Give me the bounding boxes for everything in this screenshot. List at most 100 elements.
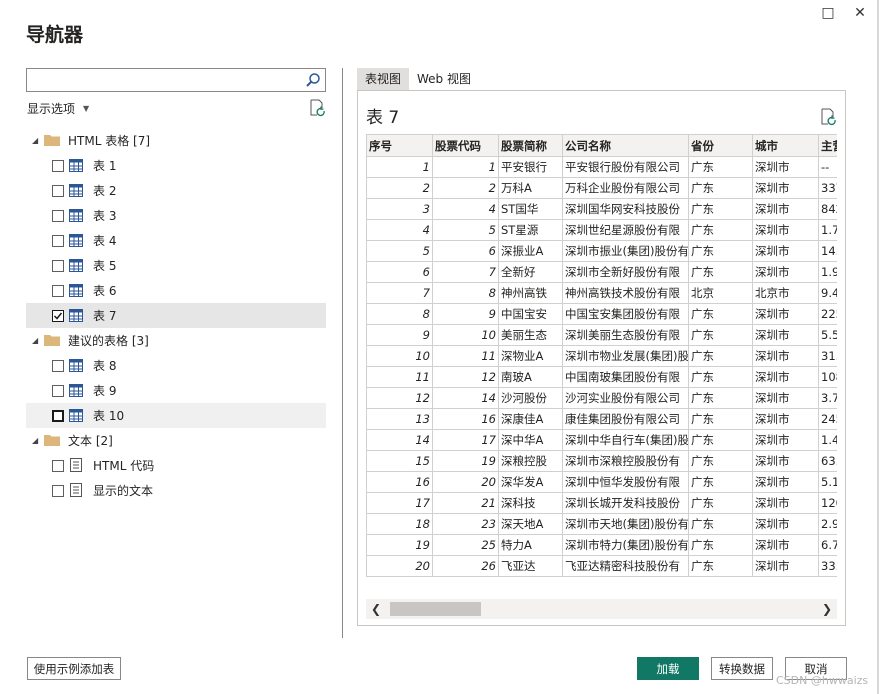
table-cell: 南玻A <box>498 366 563 388</box>
table-cell: 17 <box>366 492 433 514</box>
table-cell: 中国南玻集团股份有限 <box>562 366 689 388</box>
tab-table-view[interactable]: 表视图 <box>357 68 410 90</box>
tree-item[interactable]: 表 6 <box>26 278 326 303</box>
tree-item[interactable]: HTML 代码 <box>26 453 326 478</box>
table-cell: 9 <box>366 324 433 346</box>
table-row: 56深振业A深圳市振业(集团)股份有广东深圳市14.8 <box>366 240 837 262</box>
column-header[interactable]: 序号 <box>366 134 433 157</box>
table-cell: 广东 <box>688 513 753 535</box>
close-button[interactable]: ✕ <box>847 2 873 24</box>
table-cell: 神州高铁技术股份有限 <box>562 282 689 304</box>
table-cell: 9 <box>432 303 499 325</box>
column-header[interactable]: 主营 <box>818 134 837 157</box>
transform-data-button[interactable]: 转换数据 <box>711 657 773 680</box>
tree-item[interactable]: 表 9 <box>26 378 326 403</box>
item-label: 表 3 <box>93 209 117 223</box>
table-cell: 1 <box>366 156 433 178</box>
table-cell: 美丽生态 <box>498 324 563 346</box>
table-cell: 深圳中华自行车(集团)股 <box>562 429 689 451</box>
scroll-right-icon[interactable]: ❯ <box>817 599 837 619</box>
scrollbar-thumb[interactable] <box>390 602 481 616</box>
table-cell: 1.74 <box>818 219 837 241</box>
checkbox-checked[interactable] <box>52 310 64 322</box>
tree-item[interactable]: 表 8 <box>26 353 326 378</box>
column-header[interactable]: 公司名称 <box>562 134 689 157</box>
tree-item[interactable]: 表 2 <box>26 178 326 203</box>
search-icon[interactable] <box>305 72 321 88</box>
item-label: 表 2 <box>93 184 117 198</box>
refresh-icon[interactable] <box>308 99 326 117</box>
display-options-label: 显示选项 <box>27 102 76 116</box>
table-cell: 北京 <box>688 282 753 304</box>
table-cell: 6.72 <box>818 534 837 556</box>
table-icon <box>69 184 83 197</box>
tree-item[interactable]: 表 4 <box>26 228 326 253</box>
preview-grid[interactable]: 序号股票代码股票简称公司名称省份城市主营 11平安银行平安银行股份有限公司广东深… <box>366 134 837 577</box>
table-cell: 深康佳A <box>498 408 563 430</box>
tab-web-view[interactable]: Web 视图 <box>409 68 479 90</box>
checkbox[interactable] <box>52 360 64 372</box>
checkbox[interactable] <box>52 185 64 197</box>
checkbox[interactable] <box>52 385 64 397</box>
table-cell: 19 <box>432 450 499 472</box>
tree-item[interactable]: 表 10 <box>26 403 326 428</box>
tree-group[interactable]: ◢ 文本 [2] <box>26 428 326 453</box>
tree-item[interactable]: 表 5 <box>26 253 326 278</box>
table-cell: 广东 <box>688 156 753 178</box>
pane-divider[interactable] <box>342 68 343 638</box>
table-cell: 深圳市 <box>752 534 819 556</box>
checkbox[interactable] <box>52 410 64 422</box>
table-icon <box>69 284 83 297</box>
checkbox[interactable] <box>52 485 64 497</box>
tree-item[interactable]: 显示的文本 <box>26 478 326 503</box>
table-cell: ST国华 <box>498 198 563 220</box>
add-from-examples-button[interactable]: 使用示例添加表 <box>27 657 121 680</box>
table-cell: 深圳市 <box>752 261 819 283</box>
checkbox[interactable] <box>52 235 64 247</box>
collapse-triangle-icon[interactable]: ◢ <box>32 336 42 345</box>
column-header[interactable]: 股票简称 <box>498 134 563 157</box>
table-cell: 广东 <box>688 261 753 283</box>
table-row: 910美丽生态深圳美丽生态股份有限广东深圳市5.59 <box>366 324 837 346</box>
maximize-button[interactable]: □ <box>815 2 841 24</box>
table-row: 78神州高铁神州高铁技术股份有限北京北京市9.47 <box>366 282 837 304</box>
table-cell: 广东 <box>688 555 753 577</box>
search-input[interactable] <box>26 68 326 92</box>
table-cell: 5.18 <box>818 471 837 493</box>
table-cell: 337 <box>818 177 837 199</box>
table-cell: 14 <box>432 387 499 409</box>
collapse-triangle-icon[interactable]: ◢ <box>32 136 42 145</box>
refresh-preview-icon[interactable] <box>819 108 837 126</box>
tree-group[interactable]: ◢ HTML 表格 [7] <box>26 128 326 153</box>
tree-item[interactable]: 表 1 <box>26 153 326 178</box>
collapse-triangle-icon[interactable]: ◢ <box>32 436 42 445</box>
column-header[interactable]: 股票代码 <box>432 134 499 157</box>
checkbox[interactable] <box>52 460 64 472</box>
checkbox[interactable] <box>52 160 64 172</box>
table-cell: 特力A <box>498 534 563 556</box>
item-label: 表 1 <box>93 159 117 173</box>
checkbox[interactable] <box>52 260 64 272</box>
table-cell: 广东 <box>688 198 753 220</box>
item-label: 表 9 <box>93 384 117 398</box>
column-header[interactable]: 城市 <box>752 134 819 157</box>
table-cell: 飞亚达精密科技股份有 <box>562 555 689 577</box>
table-cell: 10 <box>366 345 433 367</box>
checkbox[interactable] <box>52 210 64 222</box>
table-cell: 深圳市 <box>752 198 819 220</box>
column-header[interactable]: 省份 <box>688 134 753 157</box>
table-cell: 广东 <box>688 492 753 514</box>
horizontal-scrollbar[interactable]: ❮ ❯ <box>366 599 837 619</box>
table-cell: 18 <box>366 513 433 535</box>
item-label: 表 8 <box>93 359 117 373</box>
load-button[interactable]: 加载 <box>637 657 699 680</box>
table-cell: -- <box>818 156 837 178</box>
display-options-dropdown[interactable]: 显示选项 ▼ <box>27 100 89 117</box>
tree-group[interactable]: ◢ 建议的表格 [3] <box>26 328 326 353</box>
scroll-left-icon[interactable]: ❮ <box>366 599 386 619</box>
table-icon <box>69 259 83 272</box>
table-icon <box>69 209 83 222</box>
tree-item[interactable]: 表 7 <box>26 303 326 328</box>
checkbox[interactable] <box>52 285 64 297</box>
tree-item[interactable]: 表 3 <box>26 203 326 228</box>
